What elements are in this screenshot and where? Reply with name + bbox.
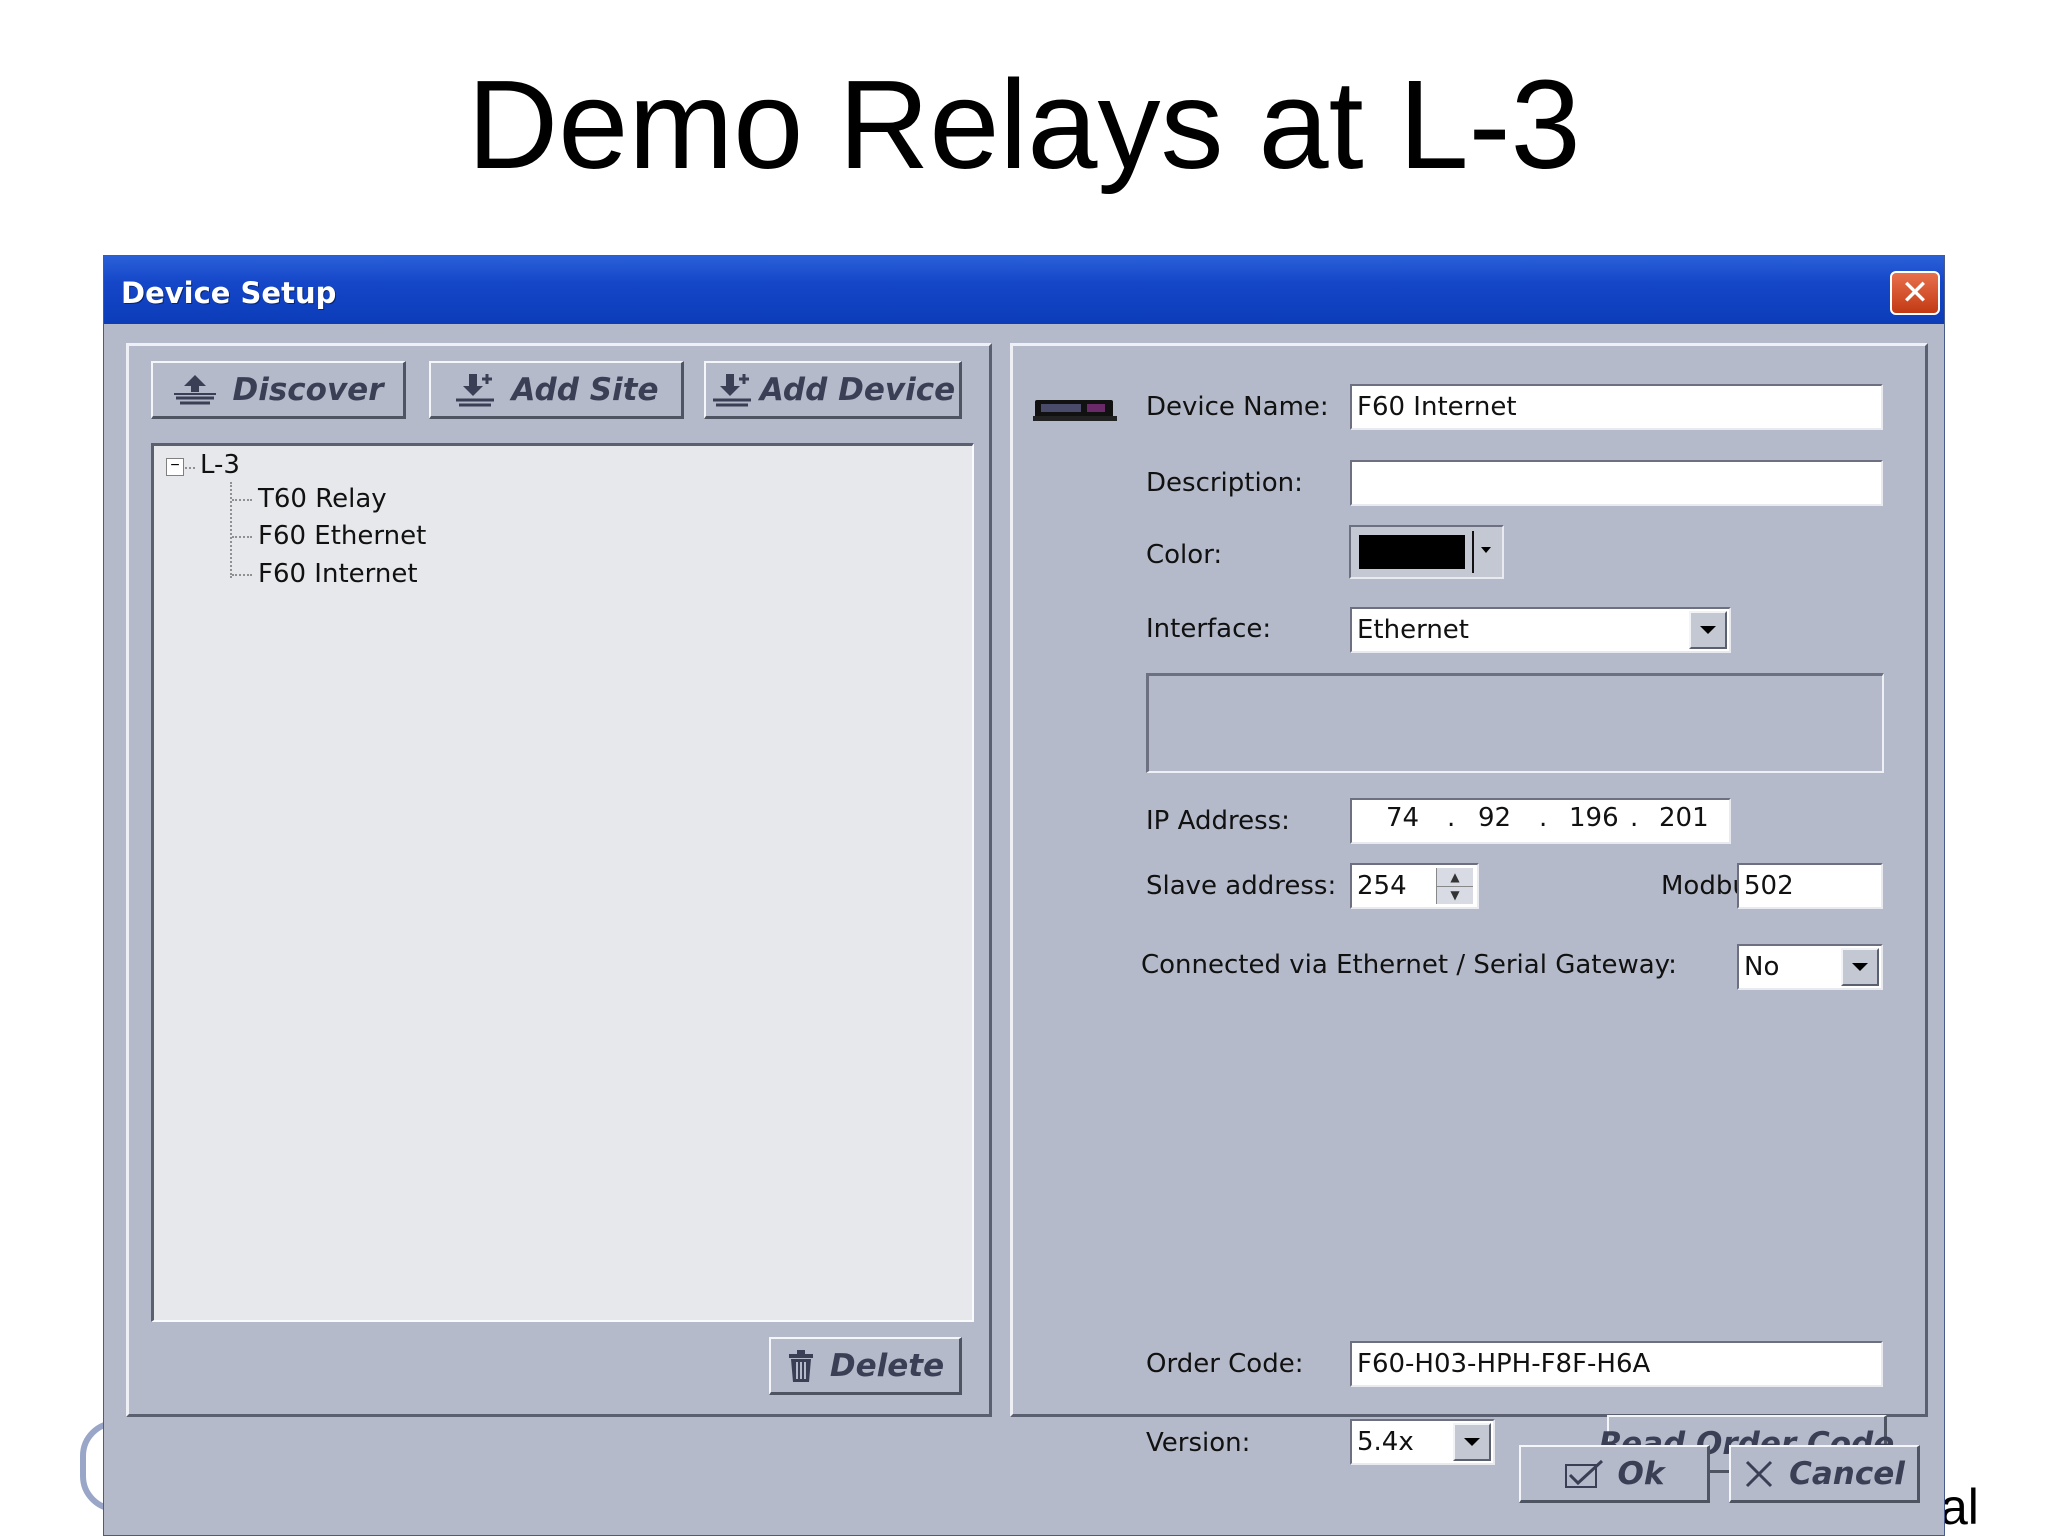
tree-expander[interactable]: − (166, 458, 184, 476)
device-name-field[interactable]: F60 Internet (1350, 384, 1883, 430)
color-swatch (1359, 535, 1465, 569)
modbus-port-value: 502 (1744, 871, 1794, 901)
interface-options-box (1146, 673, 1884, 773)
chevron-down-icon (1481, 547, 1491, 553)
tree-item-f60-internet[interactable]: F60 Internet (258, 559, 418, 589)
ip-dot: . (1447, 803, 1456, 833)
version-value: 5.4x (1357, 1427, 1414, 1457)
close-icon (1746, 1460, 1773, 1487)
add-device-label: Add Device (759, 371, 956, 408)
ip-octet-4[interactable]: 201 (1659, 803, 1709, 833)
description-field[interactable] (1350, 460, 1883, 506)
ok-button[interactable]: Ok (1519, 1445, 1710, 1503)
interface-label: Interface: (1146, 614, 1272, 644)
device-setup-dialog: Device Setup ✕ Discover Add Site Add Dev… (103, 255, 1945, 1536)
chevron-down-icon[interactable] (1841, 948, 1879, 986)
tree-item-t60-relay[interactable]: T60 Relay (258, 484, 387, 514)
window-title: Device Setup (121, 276, 337, 310)
color-divider (1472, 531, 1474, 573)
version-label: Version: (1146, 1428, 1251, 1458)
trash-icon (788, 1349, 813, 1382)
ip-octet-1[interactable]: 74 (1386, 803, 1419, 833)
cancel-label: Cancel (1789, 1455, 1905, 1492)
title-bar[interactable]: Device Setup ✕ (104, 256, 1944, 324)
ip-octet-2[interactable]: 92 (1478, 803, 1511, 833)
slave-address-stepper[interactable]: 254 ▲ ▼ (1350, 863, 1479, 909)
device-name-value: F60 Internet (1357, 392, 1517, 422)
ip-dot: . (1539, 803, 1548, 833)
cancel-button[interactable]: Cancel (1729, 1445, 1920, 1503)
site-panel: Discover Add Site Add Device − L-3 T60 R… (126, 343, 992, 1417)
tree-site-l3[interactable]: L-3 (200, 450, 240, 480)
discover-button[interactable]: Discover (151, 361, 406, 419)
delete-label: Delete (829, 1347, 945, 1384)
tree-connector (230, 482, 232, 578)
tree-connector (232, 574, 252, 576)
spin-down-icon[interactable]: ▼ (1437, 886, 1473, 904)
discover-label: Discover (232, 371, 384, 408)
add-site-icon (456, 373, 495, 406)
ip-address-label: IP Address: (1146, 806, 1290, 836)
chevron-down-icon[interactable] (1689, 611, 1727, 649)
version-select[interactable]: 5.4x (1350, 1419, 1495, 1465)
tree-connector (185, 467, 195, 469)
slide-title: Demo Relays at L-3 (467, 54, 1581, 195)
device-details-panel: Device Name: F60 Internet Description: C… (1010, 343, 1928, 1473)
slave-address-label: Slave address: (1146, 871, 1337, 901)
chevron-down-icon[interactable] (1453, 1423, 1491, 1461)
interface-select[interactable]: Ethernet (1350, 607, 1731, 653)
interface-value: Ethernet (1357, 615, 1469, 645)
order-code-label: Order Code: (1146, 1349, 1304, 1379)
device-name-label: Device Name: (1146, 392, 1329, 422)
add-device-icon (712, 373, 751, 406)
ip-octet-3[interactable]: 196 (1569, 803, 1619, 833)
modbus-port-field[interactable]: 502 (1737, 863, 1883, 909)
relay-device-icon (1033, 400, 1117, 421)
order-code-value: F60-H03-HPH-F8F-H6A (1357, 1349, 1651, 1379)
background-text-fragment: al (1940, 1479, 1979, 1535)
tree-connector (232, 536, 252, 538)
tree-connector (232, 499, 252, 501)
spin-up-icon[interactable]: ▲ (1437, 868, 1473, 887)
ip-address-field[interactable]: 74 . 92 . 196 . 201 (1350, 798, 1731, 844)
device-tree[interactable]: − L-3 T60 Relay F60 Ethernet F60 Interne… (151, 443, 974, 1322)
gateway-value: No (1744, 952, 1780, 982)
gateway-label: Connected via Ethernet / Serial Gateway: (1141, 950, 1677, 980)
description-label: Description: (1146, 468, 1303, 498)
discover-icon (174, 374, 217, 404)
ok-label: Ok (1617, 1455, 1665, 1492)
color-label: Color: (1146, 540, 1223, 570)
add-site-button[interactable]: Add Site (429, 361, 684, 419)
slave-address-value: 254 (1357, 871, 1407, 901)
delete-button[interactable]: Delete (769, 1337, 962, 1395)
order-code-field[interactable]: F60-H03-HPH-F8F-H6A (1350, 1341, 1883, 1387)
gateway-select[interactable]: No (1737, 944, 1883, 990)
add-site-label: Add Site (511, 371, 659, 408)
ip-dot: . (1630, 803, 1639, 833)
spinner[interactable]: ▲ ▼ (1436, 868, 1473, 904)
color-picker[interactable] (1349, 525, 1504, 579)
close-button[interactable]: ✕ (1890, 271, 1940, 315)
checkmark-icon (1564, 1459, 1603, 1488)
tree-item-f60-ethernet[interactable]: F60 Ethernet (258, 521, 426, 551)
add-device-button[interactable]: Add Device (704, 361, 962, 419)
